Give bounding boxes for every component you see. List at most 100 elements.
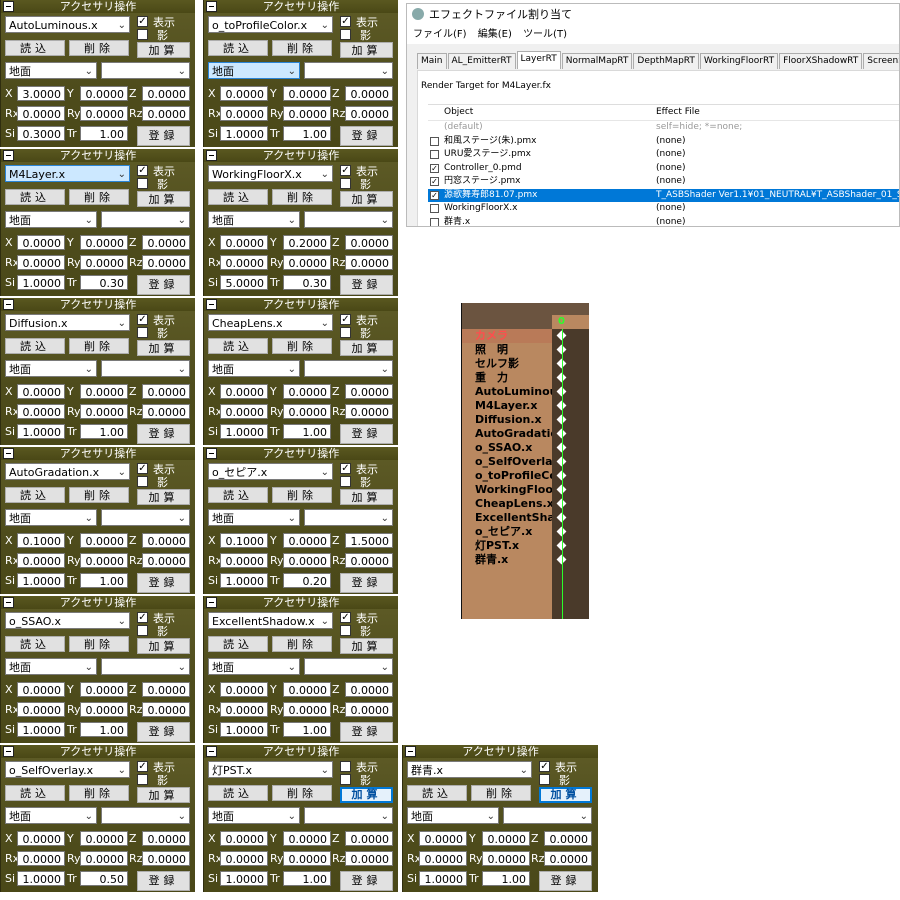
add-button[interactable]: 加算	[340, 340, 393, 356]
show-checkbox[interactable]: ✓	[340, 612, 351, 623]
shadow-checkbox[interactable]	[340, 774, 351, 785]
add-button[interactable]: 加算	[340, 489, 393, 505]
rz-field[interactable]: 0.0000	[142, 851, 190, 866]
timeline-row[interactable]: Diffusion.x	[462, 413, 589, 427]
register-button[interactable]: 登録	[340, 722, 393, 742]
collapse-icon[interactable]	[405, 746, 416, 757]
si-field[interactable]: 1.0000	[17, 722, 65, 737]
keyframe-cell[interactable]	[552, 441, 589, 455]
accessory-select[interactable]: 群青.x ⌄	[407, 761, 532, 778]
delete-button[interactable]: 削除	[272, 338, 332, 354]
keyframe-cell[interactable]	[552, 343, 589, 357]
ry-field[interactable]: 0.0000	[80, 553, 128, 568]
menu-tools[interactable]: ツール(T)	[523, 29, 567, 40]
add-button[interactable]: 加算	[340, 42, 393, 58]
load-button[interactable]: 読込	[5, 785, 65, 801]
x-field[interactable]: 0.0000	[220, 86, 268, 101]
y-field[interactable]: 0.0000	[80, 384, 128, 399]
show-checkbox[interactable]: ✓	[137, 314, 148, 325]
ry-field[interactable]: 0.0000	[283, 255, 331, 270]
z-field[interactable]: 0.0000	[142, 533, 190, 548]
register-button[interactable]: 登録	[137, 573, 190, 593]
si-field[interactable]: 1.0000	[17, 424, 65, 439]
ry-field[interactable]: 0.0000	[482, 851, 530, 866]
z-field[interactable]: 0.0000	[544, 831, 592, 846]
accessory-select[interactable]: M4Layer.x ⌄	[5, 165, 130, 182]
add-button[interactable]: 加算	[137, 787, 190, 803]
ground-select[interactable]: 地面 ⌄	[5, 658, 97, 675]
keyframe-cell[interactable]	[552, 413, 589, 427]
si-field[interactable]: 1.0000	[220, 424, 268, 439]
row-checkbox[interactable]: ✓	[430, 163, 439, 173]
tr-field[interactable]: 1.00	[482, 871, 530, 886]
collapse-icon[interactable]	[206, 448, 217, 459]
load-button[interactable]: 読込	[208, 338, 268, 354]
bone-select[interactable]: ⌄	[304, 211, 393, 228]
shadow-checkbox[interactable]	[137, 29, 148, 40]
register-button[interactable]: 登録	[137, 275, 190, 295]
row-checkbox[interactable]	[430, 204, 439, 213]
si-field[interactable]: 1.0000	[220, 126, 268, 141]
collapse-icon[interactable]	[206, 1, 217, 12]
ry-field[interactable]: 0.0000	[283, 702, 331, 717]
ground-select[interactable]: 地面 ⌄	[5, 211, 97, 228]
keyframe-cell[interactable]	[552, 483, 589, 497]
y-field[interactable]: 0.0000	[283, 682, 331, 697]
tr-field[interactable]: 1.00	[283, 871, 331, 886]
add-button[interactable]: 加算	[137, 638, 190, 654]
accessory-select[interactable]: 灯PST.x ⌄	[208, 761, 333, 778]
rx-field[interactable]: 0.0000	[17, 702, 65, 717]
si-field[interactable]: 1.0000	[17, 275, 65, 290]
bone-select[interactable]: ⌄	[304, 509, 393, 526]
shadow-checkbox[interactable]	[340, 178, 351, 189]
z-field[interactable]: 0.0000	[345, 384, 393, 399]
z-field[interactable]: 0.0000	[142, 86, 190, 101]
bone-select[interactable]: ⌄	[101, 62, 190, 79]
keyframe-cell[interactable]	[552, 427, 589, 441]
rz-field[interactable]: 0.0000	[142, 255, 190, 270]
add-button[interactable]: 加算	[340, 638, 393, 654]
timeline-row[interactable]: M4Layer.x	[462, 399, 589, 413]
ground-select[interactable]: 地面 ⌄	[5, 807, 97, 824]
load-button[interactable]: 読込	[5, 189, 65, 205]
keyframe-cell[interactable]	[552, 497, 589, 511]
shadow-checkbox[interactable]	[340, 625, 351, 636]
shadow-checkbox[interactable]	[340, 327, 351, 338]
z-field[interactable]: 0.0000	[142, 235, 190, 250]
tab-depthmaprt[interactable]: DepthMapRT	[633, 53, 699, 69]
collapse-icon[interactable]	[206, 299, 217, 310]
ground-select[interactable]: 地面 ⌄	[208, 62, 300, 79]
y-field[interactable]: 0.0000	[80, 533, 128, 548]
accessory-select[interactable]: AutoGradation.x ⌄	[5, 463, 130, 480]
tr-field[interactable]: 1.00	[80, 424, 128, 439]
row-checkbox[interactable]	[430, 150, 439, 159]
rx-field[interactable]: 0.0000	[220, 553, 268, 568]
add-button[interactable]: 加算	[340, 787, 393, 803]
x-field[interactable]: 0.1000	[17, 533, 65, 548]
show-checkbox[interactable]: ✓	[137, 463, 148, 474]
rx-field[interactable]: 0.0000	[17, 404, 65, 419]
collapse-icon[interactable]	[3, 448, 14, 459]
load-button[interactable]: 読込	[208, 636, 268, 652]
tab-screenshadowmap[interactable]: ScreenShadowMap	[863, 53, 899, 69]
y-field[interactable]: 0.0000	[80, 86, 128, 101]
z-field[interactable]: 0.0000	[345, 86, 393, 101]
keyframe-cell[interactable]	[552, 385, 589, 399]
table-row[interactable]: WorkingFloorX.x (none)	[428, 202, 899, 216]
delete-button[interactable]: 削除	[69, 40, 129, 56]
keyframe-cell[interactable]	[552, 371, 589, 385]
register-button[interactable]: 登録	[539, 871, 592, 891]
keyframe-cell[interactable]	[552, 553, 589, 567]
tab-layerrt[interactable]: LayerRT	[516, 51, 561, 69]
load-button[interactable]: 読込	[5, 40, 65, 56]
rz-field[interactable]: 0.0000	[142, 702, 190, 717]
timeline-row[interactable]: CheapLens.x	[462, 497, 589, 511]
shadow-checkbox[interactable]	[137, 178, 148, 189]
timeline-row[interactable]: o_SSAO.x	[462, 441, 589, 455]
register-button[interactable]: 登録	[137, 126, 190, 146]
rx-field[interactable]: 0.0000	[17, 553, 65, 568]
table-row[interactable]: ✓ 源歌舞寿郎81.07.pmx T_ASBShader Ver1.1¥01_NEU…	[428, 188, 899, 202]
rz-field[interactable]: 0.0000	[142, 106, 190, 121]
si-field[interactable]: 1.0000	[220, 871, 268, 886]
z-field[interactable]: 0.0000	[345, 831, 393, 846]
